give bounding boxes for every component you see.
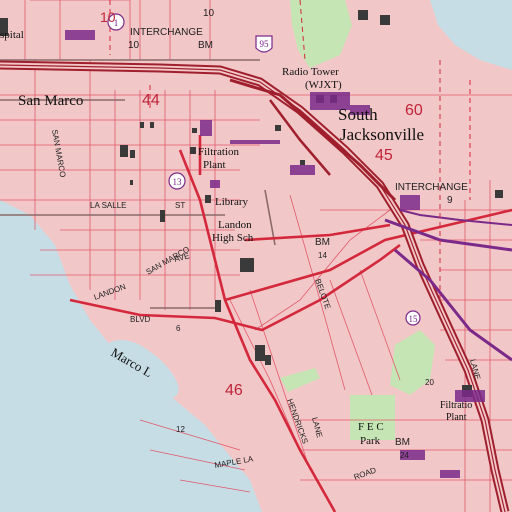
number-12: 12: [176, 425, 185, 434]
shield-95-label: 95: [260, 39, 270, 49]
hospital-label: spital: [0, 29, 24, 41]
shield-15-label: 15: [409, 314, 419, 324]
interchange-9-number: 9: [447, 195, 453, 206]
landon-label: Landon: [218, 219, 252, 231]
fec-park: [350, 395, 395, 440]
plant-label: Plant: [203, 159, 226, 171]
benchmark-mid-number: 14: [318, 251, 327, 260]
interchange-9-label: INTERCHANGE: [395, 182, 468, 193]
shield-13-label: 13: [173, 177, 183, 187]
fec-label: F E C: [358, 421, 384, 433]
section-60: 60: [405, 102, 423, 119]
benchmark-mid: BM: [315, 237, 330, 248]
benchmark-top: BM: [198, 40, 213, 51]
section-46: 46: [225, 382, 243, 399]
section-45: 45: [375, 147, 393, 164]
radio-tower-call-label: (WJXT): [305, 79, 342, 91]
benchmark-top-number: 10: [203, 8, 215, 19]
san-marco-label: San Marco: [18, 93, 83, 109]
jacksonville-label: Jacksonville: [340, 125, 424, 144]
topographic-map: 95 13 15 1 44 45 46 60 10 spital San Mar…: [0, 0, 512, 512]
benchmark-low: BM: [395, 437, 410, 448]
interchange-10-label: INTERCHANGE: [130, 27, 203, 38]
map-canvas: 95 13 15 1 44 45 46 60 10 spital San Mar…: [0, 0, 512, 512]
south-label: South: [338, 105, 378, 124]
number-20: 20: [425, 378, 434, 387]
street-la-salle: LA SALLE: [90, 201, 126, 210]
filtration-east-label: Filtratio: [440, 400, 472, 411]
library-label: Library: [215, 196, 248, 208]
interchange-10-number: 10: [128, 40, 140, 51]
section-44: 44: [142, 92, 160, 109]
section-10: 10: [100, 9, 116, 25]
filtration-label: Filtration: [198, 146, 239, 158]
number-6: 6: [176, 324, 181, 333]
park-label: Park: [360, 435, 381, 447]
plant-east-label: Plant: [446, 412, 467, 423]
benchmark-low-number: 24: [400, 451, 409, 460]
high-school-label: High Sch: [212, 232, 254, 244]
street-st: ST: [175, 201, 185, 210]
radio-tower-label: Radio Tower: [282, 66, 339, 78]
street-blvd: BLVD: [130, 315, 151, 324]
